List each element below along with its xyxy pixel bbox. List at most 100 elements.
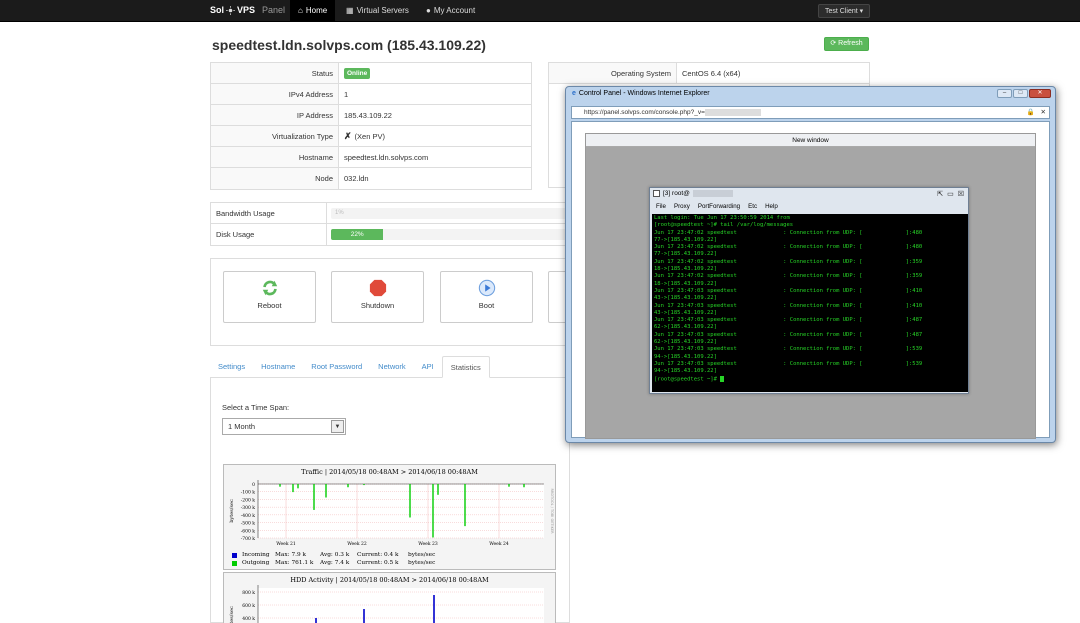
- tab-settings[interactable]: Settings: [210, 356, 253, 377]
- info-row-virtualization: Virtualization Type ✗ (Xen PV): [211, 126, 531, 147]
- menu-etc[interactable]: Etc: [748, 203, 757, 213]
- terminal-line: 77->[185.43.109.22]: [654, 236, 717, 243]
- boot-icon: [478, 279, 495, 297]
- nav-home-label: Home: [305, 6, 328, 15]
- legend-incoming-avg: Avg: 0.3 k: [320, 552, 350, 558]
- rrdtool-label: RRDTOOL / TOBI OETIKER: [550, 488, 554, 534]
- bandwidth-row: Bandwidth Usage 1%: [211, 202, 569, 224]
- user-icon: ●: [426, 6, 431, 15]
- maximize-icon[interactable]: □: [1013, 89, 1028, 98]
- url-redaction: [704, 108, 761, 116]
- plot-area: [258, 484, 544, 538]
- tab-root-password[interactable]: Root Password: [303, 356, 370, 377]
- x-tick-label: Week 24: [489, 541, 509, 547]
- popout-icon[interactable]: ⇱: [937, 190, 943, 198]
- top-navbar: Sol VPS Panel ⌂ Home ▦ Virtual Servers ● My…: [0, 0, 1080, 22]
- menu-portforwarding[interactable]: PortForwarding: [698, 203, 740, 213]
- tab-statistics[interactable]: Statistics: [441, 356, 490, 378]
- close-icon[interactable]: ☒: [958, 190, 964, 198]
- ie-address-bar[interactable]: https://panel.solvps.com/console.php?_v=…: [571, 106, 1050, 119]
- lock-icon: 🔒: [1026, 109, 1035, 116]
- shutdown-button[interactable]: Shutdown: [331, 271, 424, 323]
- brand-text-sol: Sol: [210, 5, 225, 15]
- y-axis-label: bytes/sec: [229, 606, 235, 623]
- ip-value: 185.43.109.22: [344, 110, 392, 120]
- virtualization-label: Virtualization Type: [211, 126, 339, 146]
- terminal-line: Jun 17 23:47:03 speedtest : Connection f…: [654, 287, 923, 294]
- close-icon[interactable]: ✕: [1029, 89, 1051, 98]
- tab-hostname[interactable]: Hostname: [253, 356, 303, 377]
- info-row-status: Status Online: [211, 63, 531, 84]
- new-window-header[interactable]: New window: [586, 134, 1035, 147]
- restore-icon[interactable]: ▭: [947, 190, 954, 198]
- menu-proxy[interactable]: Proxy: [674, 203, 690, 213]
- terminal-line: Jun 17 23:47:02 speedtest : Connection f…: [654, 258, 923, 265]
- chevron-down-icon: ▼: [331, 420, 344, 433]
- window-menu-icon[interactable]: [653, 190, 660, 197]
- terminal-line: 94->[185.43.109.22]: [654, 353, 717, 360]
- terminal-title: [3] root@: [663, 190, 690, 197]
- legend-outgoing-avg: Avg: 7.4 k: [320, 560, 350, 566]
- menu-file[interactable]: File: [656, 203, 666, 213]
- info-row-hostname: Hostname speedtest.ldn.solvps.com: [211, 147, 531, 168]
- terminal-line: Jun 17 23:47:02 speedtest : Connection f…: [654, 229, 923, 236]
- refresh-button[interactable]: ⟳ Refresh: [824, 37, 869, 51]
- terminal-line: Jun 17 23:47:03 speedtest : Connection f…: [654, 360, 923, 367]
- boot-button[interactable]: Boot: [440, 271, 533, 323]
- node-value: 032.ldn: [344, 174, 369, 183]
- disk-progress-bar: 22%: [331, 229, 569, 240]
- shutdown-button-label: Shutdown: [360, 301, 395, 310]
- y-tick-label: -500 k: [241, 521, 256, 527]
- nav-home[interactable]: ⌂ Home: [290, 0, 336, 22]
- home-icon: ⌂: [298, 6, 303, 15]
- server-info-table: Status Online IPv4 Address 1 IP Address 185…: [210, 62, 532, 190]
- legend-outgoing-unit: bytes/sec: [408, 560, 436, 566]
- tab-api[interactable]: API: [414, 356, 442, 377]
- disk-progress-fill: 22%: [331, 229, 384, 240]
- info-row-ip: IP Address 185.43.109.22: [211, 105, 531, 126]
- nav-my-account[interactable]: ● My Account: [418, 0, 483, 22]
- terminal-line: Jun 17 23:47:02 speedtest : Connection f…: [654, 273, 923, 280]
- y-tick-label: -600 k: [241, 528, 256, 534]
- terminal-line: Jun 17 23:47:03 speedtest : Connection f…: [654, 302, 923, 309]
- terminal-cursor: [720, 375, 725, 382]
- tab-network[interactable]: Network: [370, 356, 414, 377]
- disk-row: Disk Usage 22%: [211, 224, 569, 245]
- boot-button-label: Boot: [478, 301, 495, 310]
- traffic-graph-legend: Incoming Max: 7.9 k Avg: 0.3 k Current: 0.4…: [232, 551, 435, 567]
- timespan-select[interactable]: 1 Month ▼: [222, 418, 346, 435]
- shutdown-icon: [369, 279, 386, 297]
- disk-label: Disk Usage: [211, 224, 328, 245]
- y-tick-label: -200 k: [241, 497, 256, 503]
- ie-url: https://panel.solvps.com/console.php?_v=: [584, 109, 705, 116]
- legend-incoming-unit: bytes/sec: [408, 552, 436, 558]
- reboot-button[interactable]: Reboot: [223, 271, 316, 323]
- y-tick-label: 800 k: [242, 590, 255, 596]
- terminal-line: 43->[185.43.109.22]: [654, 295, 717, 302]
- user-menu-dropdown[interactable]: Test Client ▾: [818, 4, 871, 18]
- caret-down-icon: ▾: [859, 8, 864, 15]
- ssh-terminal-window[interactable]: [3] root@ ⇱ ▭ ☒ File Proxy PortForwarding …: [649, 187, 969, 394]
- hdd-activity-graph: 800 k 600 k 400 k bytes/sec HDD Activity | …: [223, 572, 556, 623]
- outgoing-swatch: [232, 560, 237, 566]
- refresh-button-label: Refresh: [838, 40, 863, 47]
- terminal-line: 18->[185.43.109.22]: [654, 266, 717, 273]
- nav-virtual-servers[interactable]: ▦ Virtual Servers: [338, 0, 417, 22]
- x-tick-label: Week 22: [347, 541, 367, 547]
- legend-incoming-max: Max: 7.9 k: [275, 552, 307, 558]
- menu-help[interactable]: Help: [765, 203, 778, 213]
- close-tab-icon[interactable]: ✕: [1041, 107, 1046, 118]
- terminal-menubar: File Proxy PortForwarding Etc Help: [650, 203, 968, 213]
- nav-my-account-label: My Account: [433, 6, 476, 15]
- y-axis-label: bytes/sec: [229, 499, 235, 523]
- terminal-line: 77->[185.43.109.22]: [654, 251, 717, 258]
- terminal-output[interactable]: Last login: Tue Jun 17 23:50:59 2014 fro…: [652, 214, 968, 392]
- y-tick-label: -400 k: [241, 513, 256, 519]
- minimize-icon[interactable]: –: [997, 89, 1012, 98]
- bandwidth-label: Bandwidth Usage: [211, 202, 328, 224]
- terminal-line: 94->[185.43.109.22]: [654, 368, 717, 375]
- brand-logo[interactable]: Sol VPS Panel: [210, 5, 285, 15]
- ipv4-value: 1: [344, 89, 349, 99]
- status-badge: Online: [344, 67, 371, 79]
- info-row-node: Node 032.ldn: [211, 168, 531, 189]
